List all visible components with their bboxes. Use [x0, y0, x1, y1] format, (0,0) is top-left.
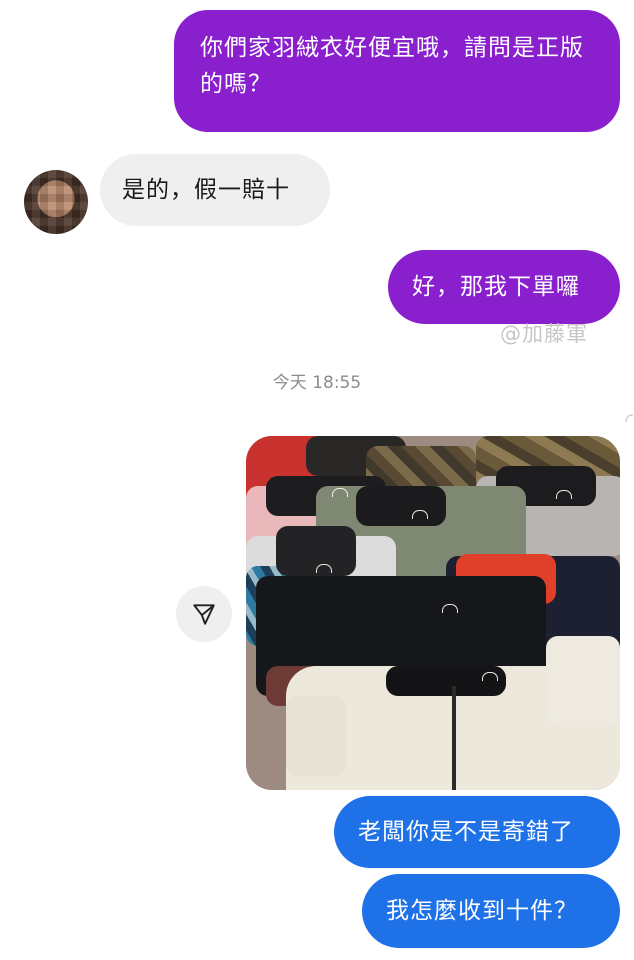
photo-jacket: [546, 636, 620, 726]
message-outgoing-4[interactable]: 我怎麼收到十件？: [362, 874, 620, 948]
message-text: 老闆你是不是寄錯了: [358, 819, 574, 845]
jackets-photo[interactable]: [246, 436, 620, 790]
message-text: 是的，假一賠十: [122, 177, 290, 203]
jacket-logo-icon: [556, 490, 572, 499]
message-text: 我怎麼收到十件？: [386, 898, 578, 924]
jacket-logo-icon: [482, 672, 498, 681]
photo-jacket: [386, 666, 506, 696]
message-outgoing-1[interactable]: 你們家羽絨衣好便宜哦，請問是正版的嗎？: [174, 10, 620, 132]
photo-jacket: [452, 686, 456, 790]
message-outgoing-2[interactable]: 好，那我下單囉: [388, 250, 620, 324]
photo-jacket: [286, 696, 346, 776]
jacket-logo-icon: [412, 510, 428, 519]
share-button[interactable]: [176, 586, 232, 642]
timestamp: 今天 18:55: [272, 373, 362, 393]
jacket-logo-icon: [316, 564, 332, 573]
message-text: 好，那我下單囉: [412, 274, 580, 300]
jacket-logo-icon: [332, 488, 348, 497]
message-text: 你們家羽絨衣好便宜哦，請問是正版的嗎？: [200, 35, 584, 97]
photo-jacket: [356, 486, 446, 526]
jacket-logo-icon: [442, 604, 458, 613]
message-incoming-1[interactable]: 是的，假一賠十: [100, 154, 330, 226]
edge-mark-icon: [625, 414, 634, 423]
avatar[interactable]: [24, 170, 88, 234]
message-outgoing-3[interactable]: 老闆你是不是寄錯了: [334, 796, 620, 868]
watermark: @加藤軍: [500, 322, 588, 346]
send-share-icon: [193, 604, 215, 625]
